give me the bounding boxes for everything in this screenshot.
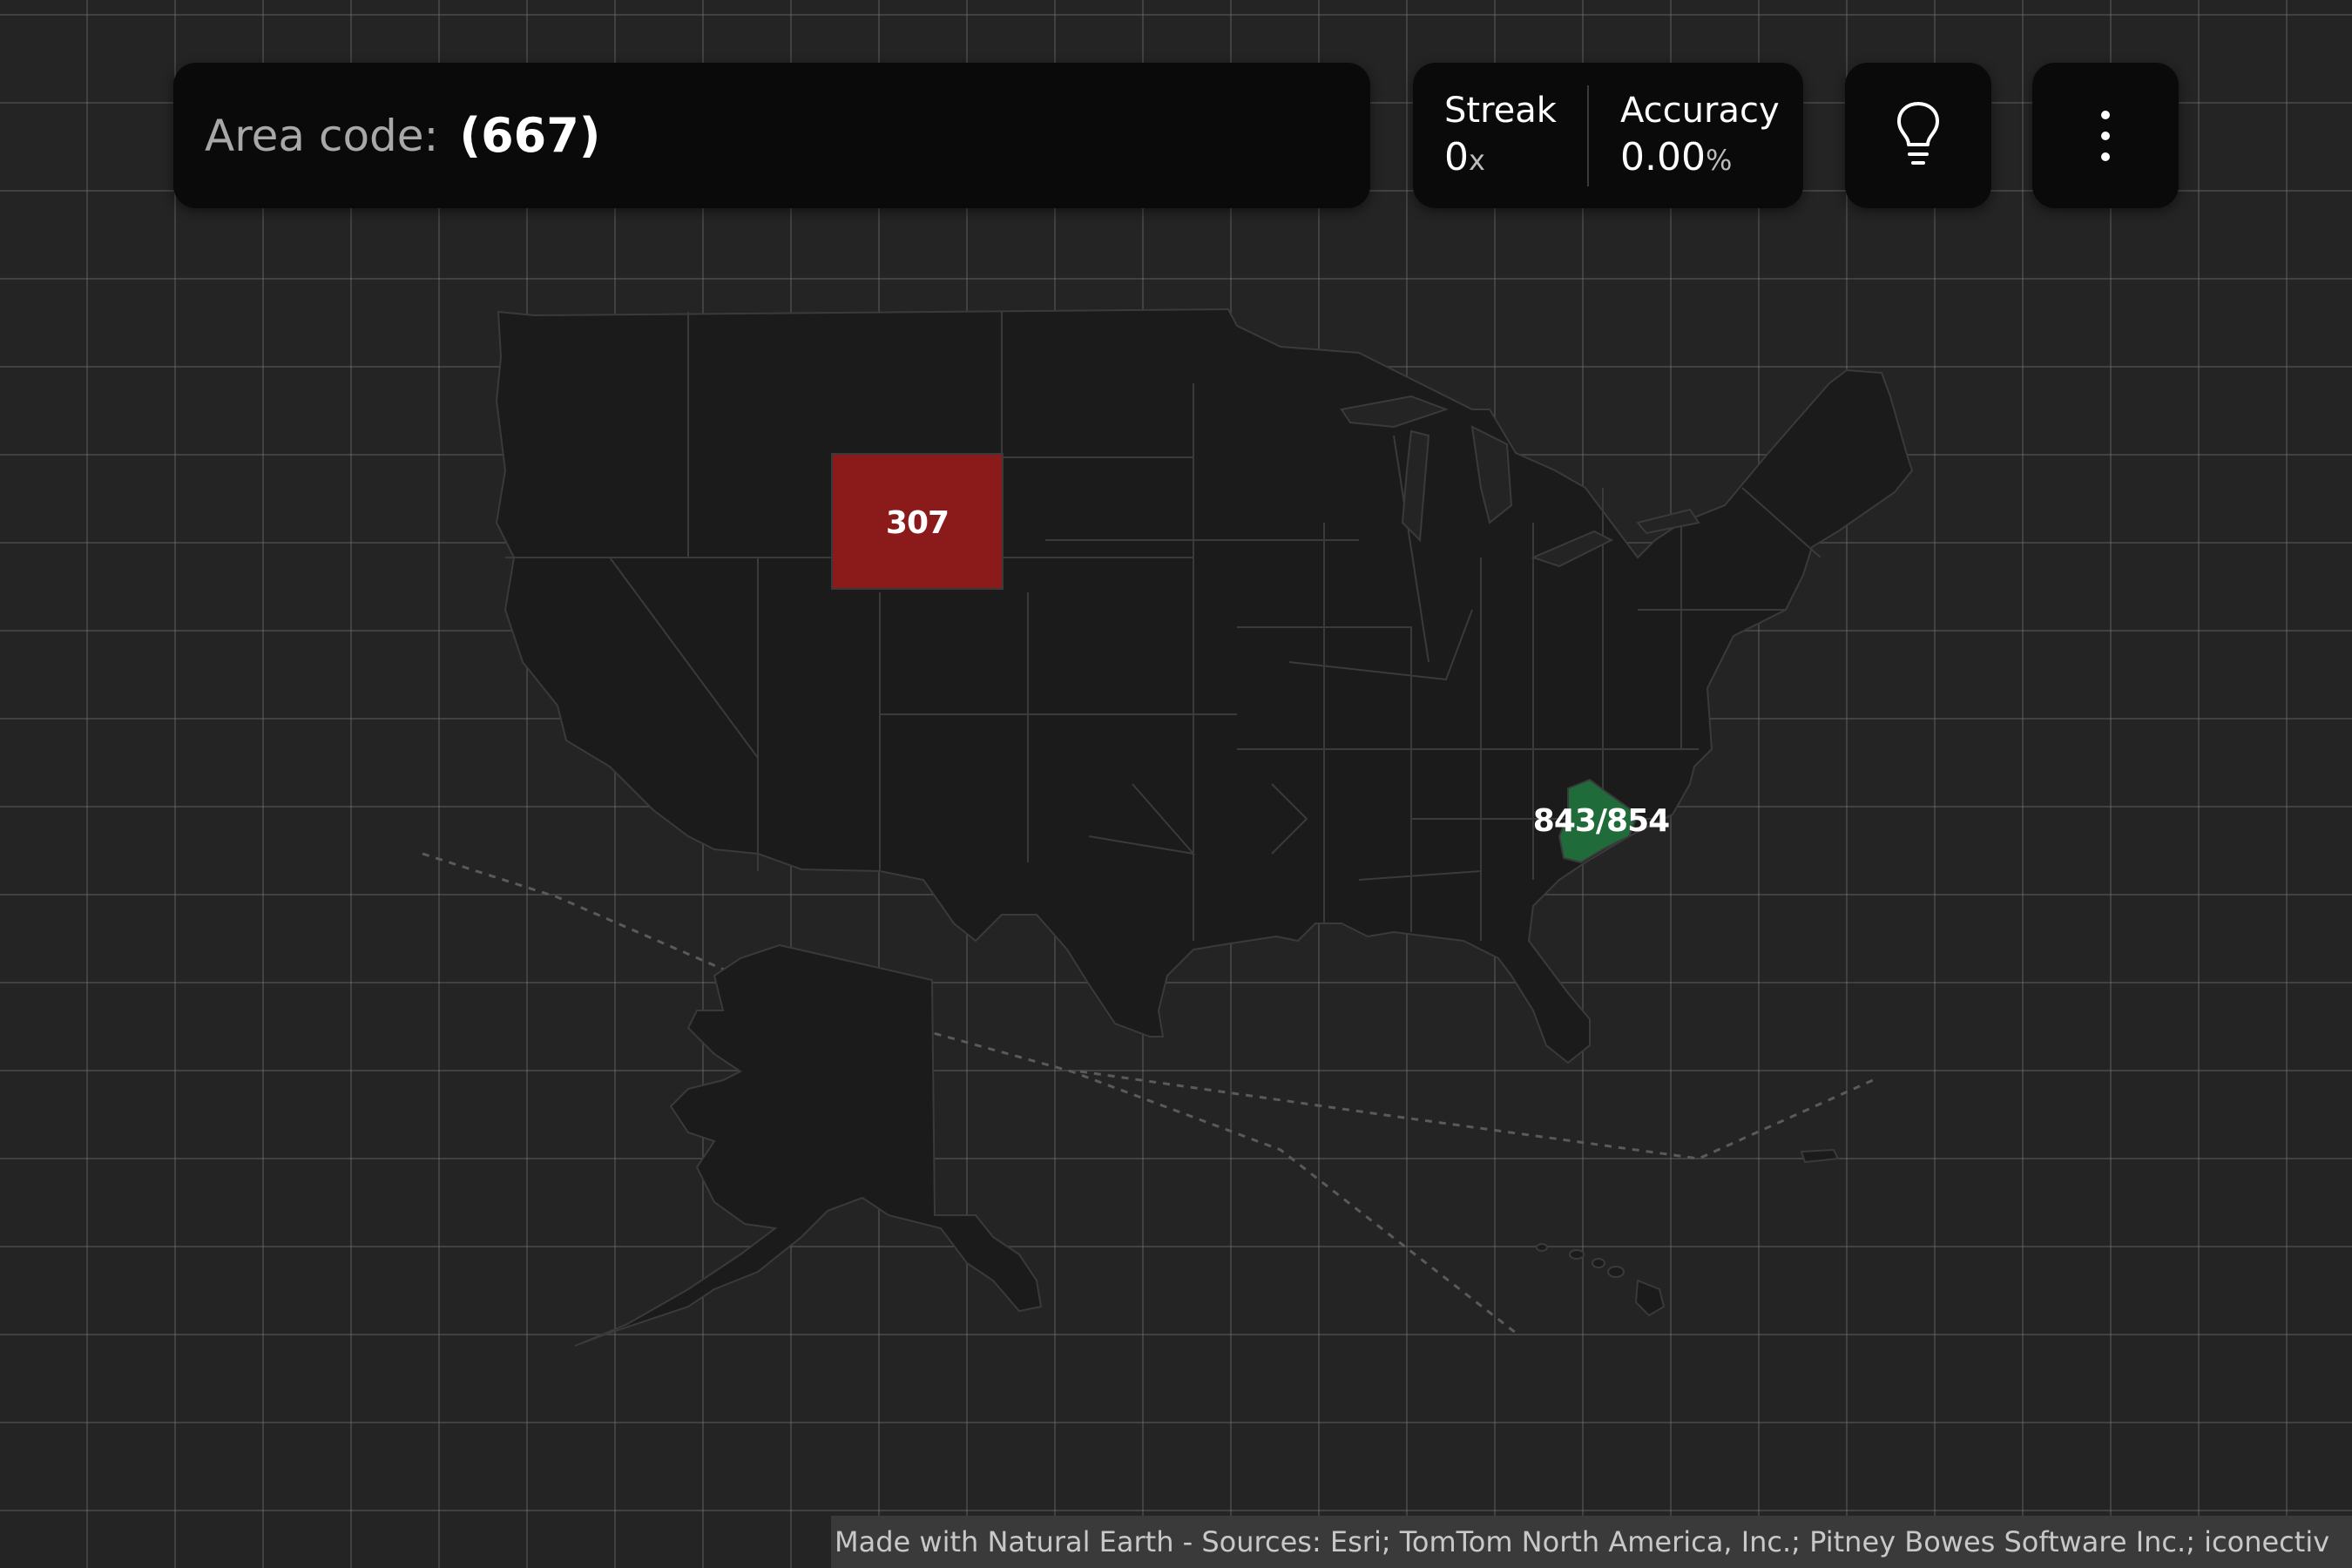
alaska-landmass[interactable]: [574, 943, 1043, 1347]
stats-divider: [1587, 84, 1589, 186]
accuracy-value: 0.00: [1620, 135, 1706, 180]
streak-title: Streak: [1444, 91, 1557, 132]
streak-value-wrap: 0x: [1444, 135, 1575, 181]
accuracy-stat: Accuracy 0.00%: [1620, 63, 1780, 208]
accuracy-value-wrap: 0.00%: [1620, 135, 1780, 181]
more-vertical-icon: [2101, 110, 2110, 161]
area-code-prompt: Area code: (667): [173, 63, 1370, 208]
accuracy-unit: %: [1705, 144, 1733, 178]
map[interactable]: 307 843/854: [0, 0, 2352, 1568]
hint-button[interactable]: [1845, 63, 1991, 208]
lightbulb-icon: [1897, 101, 1939, 165]
area-code-value: (667): [459, 108, 601, 163]
accuracy-title: Accuracy: [1620, 91, 1780, 132]
stats-panel: Streak 0x Accuracy 0.00%: [1413, 63, 1803, 208]
streak-value: 0: [1444, 135, 1469, 180]
hawaii-islands[interactable]: [1536, 1243, 1666, 1317]
region-307-label: 307: [886, 505, 949, 541]
conus-landmass[interactable]: [495, 308, 1914, 1064]
area-code-label: Area code:: [205, 110, 439, 161]
puerto-rico[interactable]: [1800, 1148, 1840, 1164]
map-attribution: Made with Natural Earth - Sources: Esri;…: [831, 1516, 2352, 1568]
streak-unit: x: [1469, 144, 1485, 178]
region-843-854-label: 843/854: [1533, 803, 1669, 839]
streak-stat: Streak 0x: [1444, 63, 1575, 208]
more-menu-button[interactable]: [2032, 63, 2179, 208]
